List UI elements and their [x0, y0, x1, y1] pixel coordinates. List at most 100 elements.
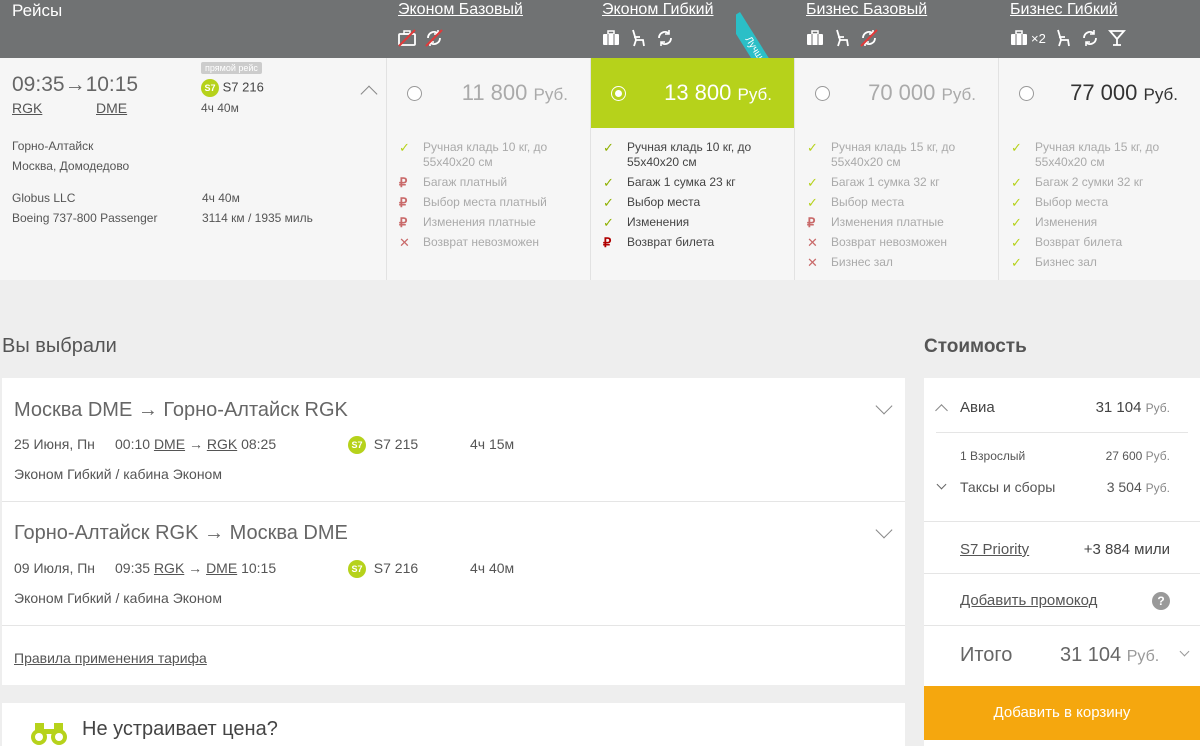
fare-header-business-basic[interactable]: Бизнес Базовый — [795, 0, 998, 58]
expand-chevron-icon[interactable] — [875, 521, 893, 539]
fare-feature-text: Ручная кладь 15 кг, до 55х40х20 см — [831, 140, 956, 169]
fare-feature-text: Ручная кладь 10 кг, до 55х40х20 см — [627, 140, 752, 169]
fare-price-box[interactable]: 70 000 Руб. — [795, 58, 998, 128]
segment-flight: S7 S7 215 — [348, 436, 418, 455]
check-icon: ✓ — [603, 175, 614, 190]
fare-price-box[interactable]: 13 800 Руб. — [591, 58, 794, 128]
arrow-right-icon: → — [188, 560, 203, 576]
cost-title: Стоимость — [924, 336, 1027, 357]
s7-priority-link[interactable]: S7 Priority — [960, 541, 1029, 558]
expand-chevron-icon[interactable] — [936, 479, 947, 490]
flight-duration: 4ч 40м — [201, 101, 239, 115]
fare-feature-text: Багаж 1 сумка 32 кг — [831, 175, 940, 189]
fare-header-economy-basic[interactable]: Эконом Базовый — [387, 0, 590, 58]
fare-option-business-basic[interactable]: 70 000 Руб. ✓ Ручная кладь 15 кг, до 55х4… — [794, 58, 998, 280]
departure-code[interactable]: RGK — [12, 100, 42, 116]
fare-feature: ✓ Бизнес зал — [1011, 255, 1194, 270]
origin-city: Горно-Алтайск — [12, 139, 94, 153]
segment-duration: 4ч 40м — [470, 560, 515, 576]
bag-icon — [807, 30, 823, 45]
fare-radio[interactable] — [1019, 86, 1034, 101]
s7-logo-icon: S7 — [201, 79, 219, 97]
check-icon: ✓ — [399, 140, 410, 155]
fare-name[interactable]: Эконом Базовый — [398, 1, 523, 19]
help-icon[interactable]: ? — [1152, 592, 1170, 610]
add-to-cart-button[interactable]: Добавить в корзину — [924, 686, 1200, 740]
check-icon: ✓ — [1011, 195, 1022, 210]
fare-rules-link[interactable]: Правила применения тарифа — [14, 650, 207, 666]
fare-feature-text: Изменения — [1035, 215, 1098, 229]
fare-radio[interactable] — [815, 86, 830, 101]
segment-flight: S7 S7 216 — [348, 560, 418, 579]
fare-feature: ₽ Изменения платные — [399, 215, 584, 230]
price-alert-panel: Не устраивает цена? — [2, 703, 905, 746]
aircraft-type: Boeing 737-800 Passenger — [12, 211, 158, 225]
fare-feature: ✓ Багаж 1 сумка 32 кг — [807, 175, 992, 190]
flight-distance: 3114 км / 1935 миль — [202, 211, 313, 225]
operator: Globus LLC — [12, 191, 76, 205]
arrow-right-icon: → — [188, 436, 203, 452]
avia-label[interactable]: Авиа — [960, 399, 995, 416]
fare-name[interactable]: Бизнес Базовый — [806, 1, 927, 19]
fare-header-business-flex[interactable]: Бизнес Гибкий ×2 — [999, 0, 1200, 58]
taxes-amount: 3 504 Руб. — [1106, 479, 1170, 495]
taxes-label[interactable]: Таксы и сборы — [960, 479, 1055, 495]
flight-card: 09:35→10:15 RGK DME прямой рейс S7 S7 21… — [0, 58, 386, 280]
cocktail-icon — [1107, 30, 1126, 46]
collapse-chevron-icon[interactable] — [935, 404, 948, 417]
cross-icon: ✕ — [399, 235, 410, 250]
collapse-chevron-icon[interactable] — [360, 85, 378, 103]
fare-feature: ✓ Ручная кладь 10 кг, до 55х40х20 см — [603, 140, 788, 170]
segment-times: 09:35 RGK → DME 10:15 — [115, 560, 277, 576]
fare-price: 77 000 Руб. — [1070, 80, 1178, 105]
fare-radio-selected[interactable] — [611, 86, 626, 101]
fare-feature: ₽ Изменения платные — [807, 215, 992, 230]
cross-icon: ✕ — [807, 235, 818, 250]
seat-icon — [1056, 29, 1070, 47]
fare-name[interactable]: Бизнес Гибкий — [1010, 1, 1118, 19]
fare-feature-text: Выбор места — [831, 195, 905, 209]
fare-feature: ✓ Выбор места — [807, 195, 992, 210]
check-icon: ✓ — [1011, 235, 1022, 250]
fare-feature: ✓ Багаж 1 сумка 23 кг — [603, 175, 788, 190]
segment-details: 09 Июля, Пн — [14, 560, 96, 576]
segment-times: 00:10 DME → RGK 08:25 — [115, 436, 277, 452]
fare-features: ✓ Ручная кладь 10 кг, до 55х40х20 см ₽ Бага… — [399, 140, 584, 255]
fare-name[interactable]: Эконом Гибкий — [602, 1, 714, 19]
ruble-icon: ₽ — [399, 175, 408, 190]
fare-feature: ✕ Бизнес зал — [807, 255, 992, 270]
s7-logo-icon: S7 — [348, 436, 366, 455]
promo-code-link[interactable]: Добавить промокод — [960, 592, 1097, 609]
check-icon: ✓ — [603, 215, 614, 230]
fare-feature-text: Изменения платные — [423, 215, 536, 229]
divider — [924, 573, 1200, 574]
expand-chevron-icon[interactable] — [1179, 646, 1190, 657]
fare-feature-text: Возврат невозможен — [831, 235, 948, 249]
fare-option-economy-flex[interactable]: 13 800 Руб. ✓ Ручная кладь 10 кг, до 55х4… — [590, 58, 794, 280]
fare-price-box[interactable]: 77 000 Руб. — [999, 58, 1200, 128]
fare-feature: ✕ Возврат невозможен — [399, 235, 584, 250]
expand-chevron-icon[interactable] — [875, 397, 893, 415]
total-label: Итого — [960, 644, 1013, 666]
fare-feature: ✓ Ручная кладь 15 кг, до 55х40х20 см — [807, 140, 992, 170]
fare-feature-text: Возврат билета — [1035, 235, 1123, 249]
fare-price-box[interactable]: 11 800 Руб. — [387, 58, 590, 128]
fare-header-economy-flex[interactable]: Эконом Гибкий Лучший! — [591, 0, 794, 58]
selected-title: Вы выбрали — [2, 335, 117, 357]
total-amount[interactable]: 31 104 Руб. — [1060, 644, 1159, 667]
s7-logo-icon: S7 — [348, 560, 366, 579]
check-icon: ✓ — [603, 195, 614, 210]
fare-feature-text: Бизнес зал — [1035, 255, 1097, 269]
ruble-icon: ₽ — [399, 195, 408, 210]
arrival-code[interactable]: DME — [96, 100, 127, 116]
divider — [924, 625, 1200, 626]
change-icon — [1082, 30, 1097, 46]
fare-option-economy-basic[interactable]: 11 800 Руб. ✓ Ручная кладь 10 кг, до 55х4… — [386, 58, 590, 280]
fare-option-business-flex[interactable]: 77 000 Руб. ✓ Ручная кладь 15 кг, до 55х4… — [998, 58, 1200, 280]
fare-feature: ₽ Выбор места платный — [399, 195, 584, 210]
check-icon: ✓ — [603, 140, 614, 155]
fare-radio[interactable] — [407, 86, 422, 101]
fare-feature-text: Выбор места платный — [423, 195, 547, 209]
seat-icon — [632, 29, 645, 47]
fare-feature-text: Ручная кладь 10 кг, до 55х40х20 см — [423, 140, 548, 169]
